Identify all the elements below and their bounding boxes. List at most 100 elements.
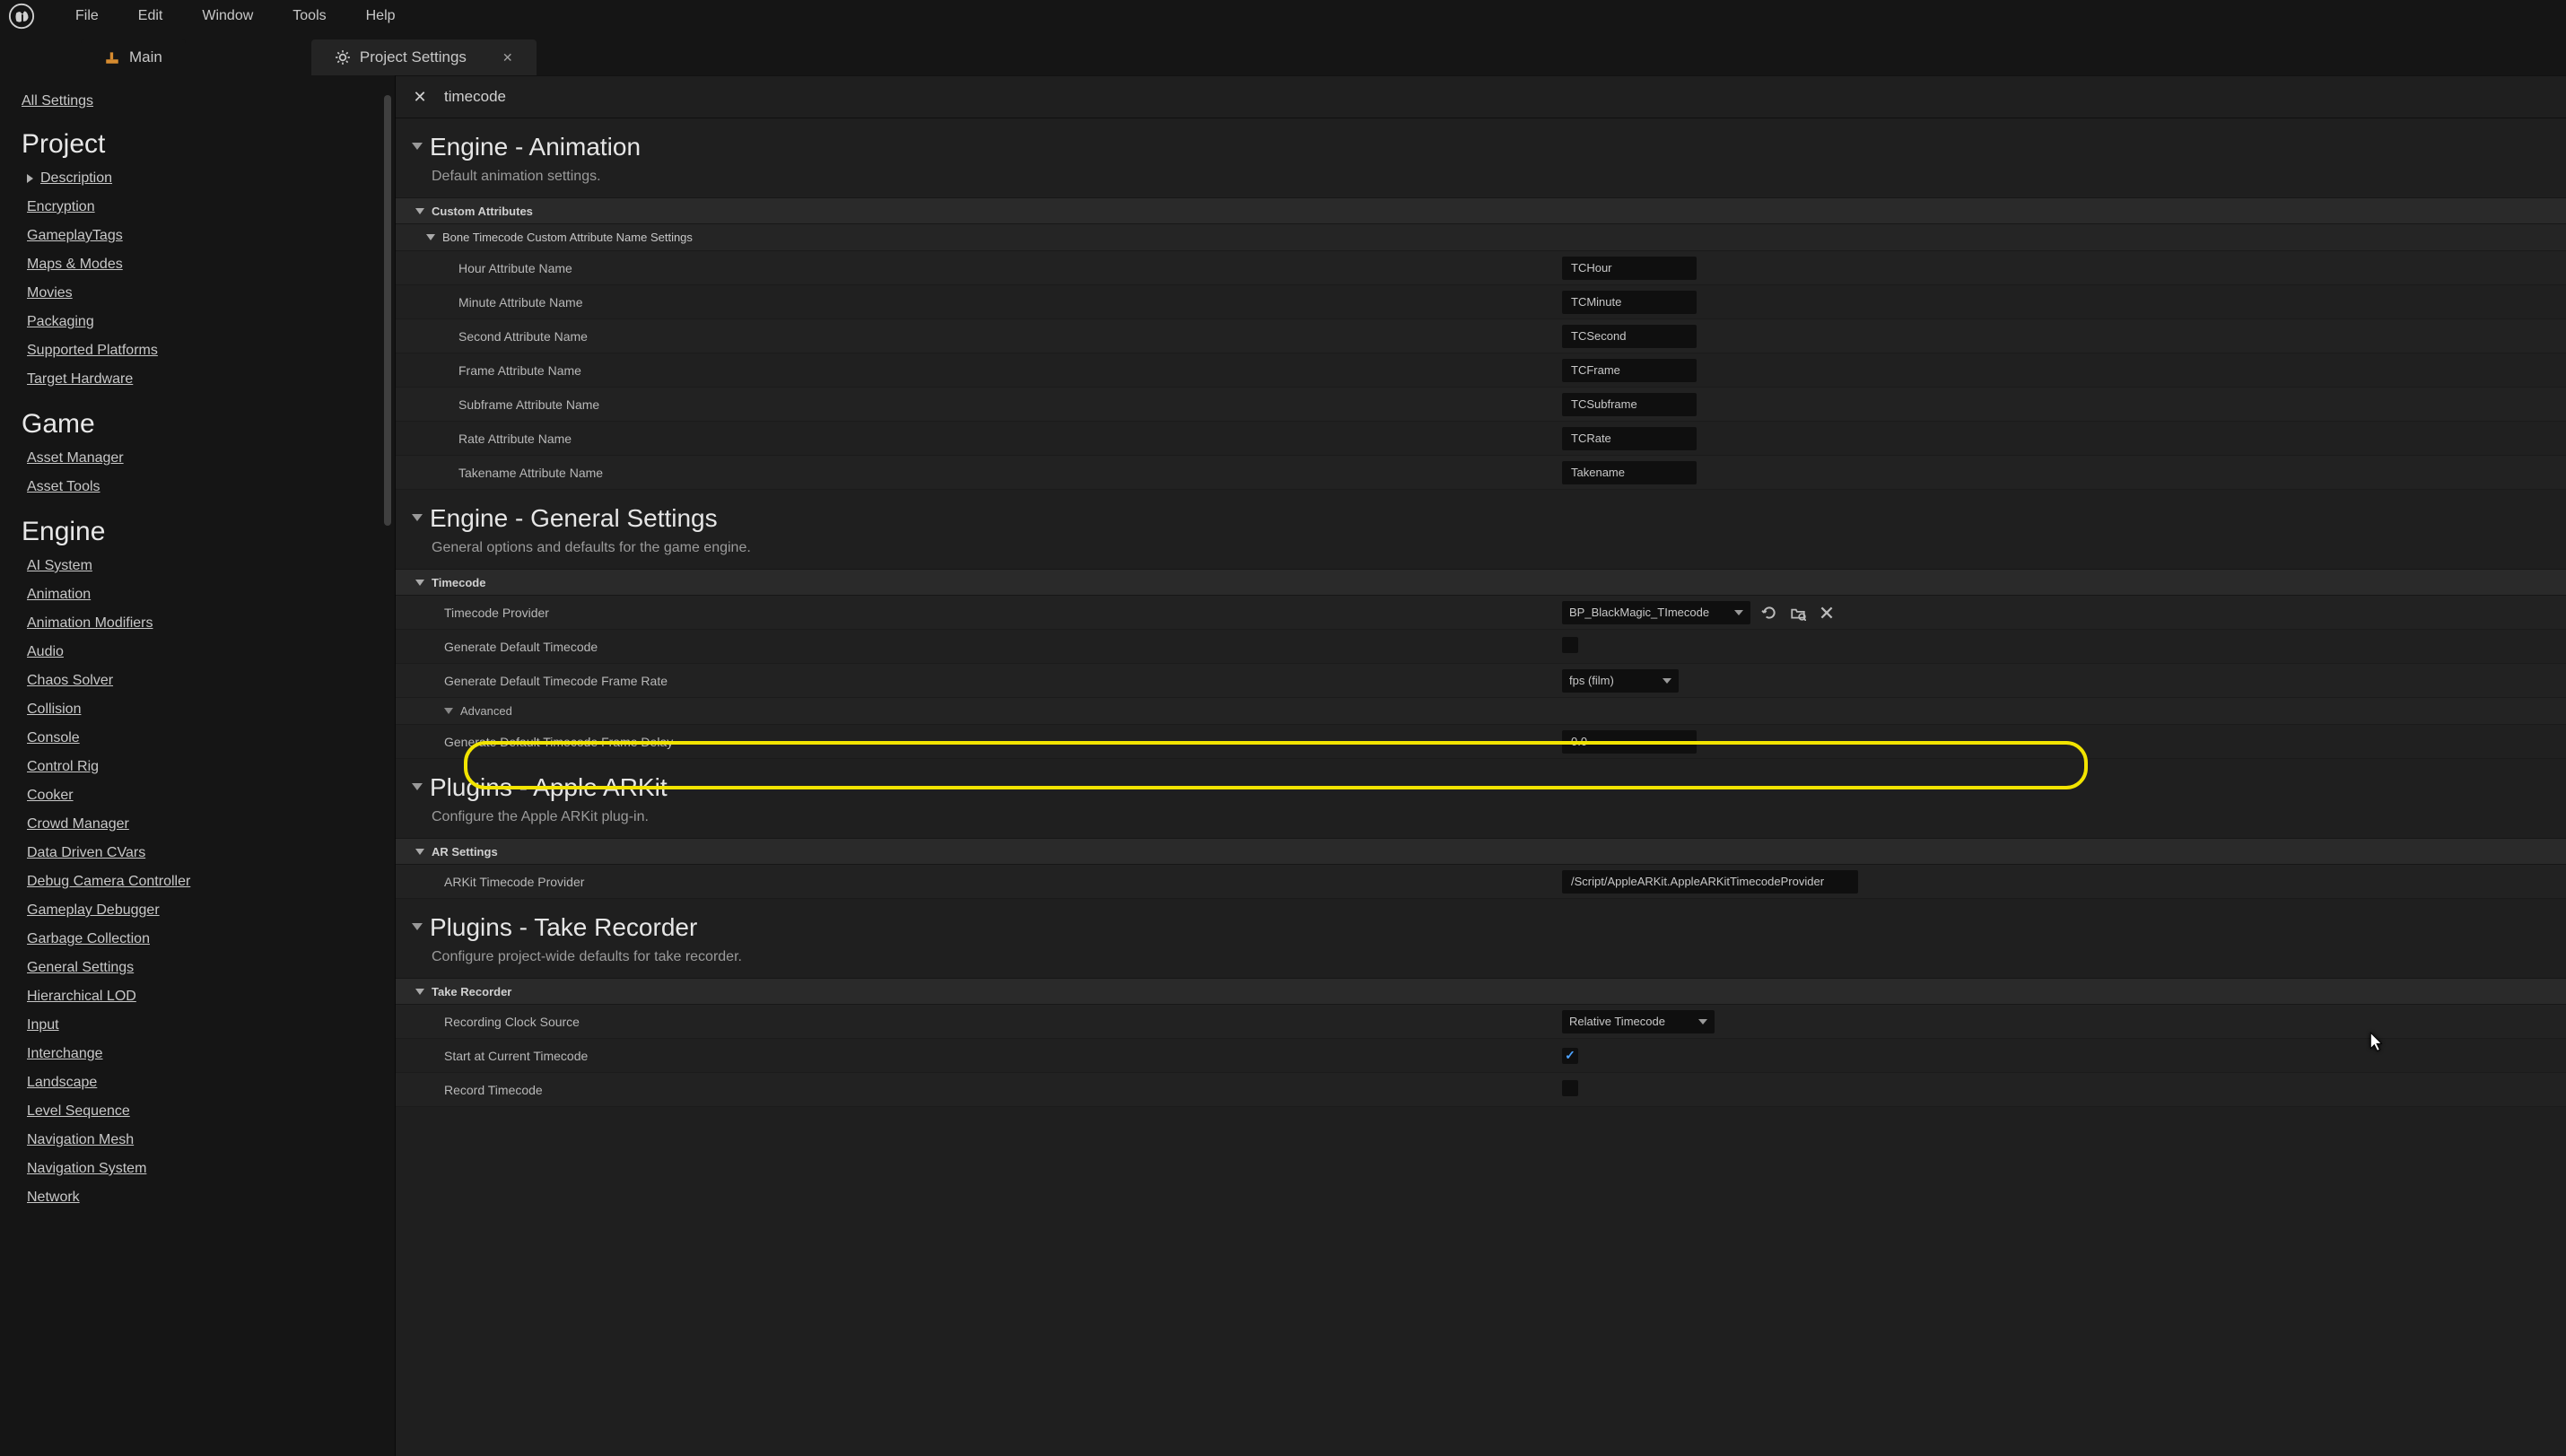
sidebar-link[interactable]: Chaos Solver [27,673,382,689]
sidebar-link[interactable]: Level Sequence [27,1103,382,1120]
tab-project-settings[interactable]: Project Settings ✕ [311,39,537,75]
tabbar: Main Project Settings ✕ [0,32,2566,75]
checkbox-generate-default-timecode[interactable] [1562,637,1578,653]
prop-label: Minute Attribute Name [396,295,1562,310]
sidebar-link[interactable]: Crowd Manager [27,816,382,833]
use-selected-asset-button[interactable] [1759,603,1779,623]
input-second-attribute-name[interactable]: TCSecond [1562,325,1697,348]
tab-settings-label: Project Settings [360,48,467,66]
sidebar-section-title: Engine [22,517,382,547]
sidebar-scrollbar[interactable] [384,95,391,526]
sidebar-link[interactable]: Description [40,170,112,187]
sidebar-link[interactable]: Asset Manager [27,450,382,466]
row-rate-attribute-name: Rate Attribute NameTCRate [396,422,2566,456]
category-title-arkit: Plugins - Apple ARKit [430,773,668,802]
prop-label: Subframe Attribute Name [396,397,1562,412]
tab-close-icon[interactable]: ✕ [502,50,513,65]
sidebar-all-settings[interactable]: All Settings [22,93,93,109]
menu-help[interactable]: Help [346,8,415,24]
group-take-recorder[interactable]: Take Recorder [396,978,2566,1005]
input-frame-delay[interactable]: 0.0 [1562,730,1697,754]
menu-window[interactable]: Window [182,8,273,24]
timecode-provider-dropdown[interactable]: BP_BlackMagic_TImecode [1562,601,1750,624]
row-record-timecode: Record Timecode [396,1073,2566,1107]
sidebar-link[interactable]: Asset Tools [27,479,382,495]
sidebar-link[interactable]: AI System [27,558,382,574]
group-custom-attributes[interactable]: Custom Attributes [396,197,2566,224]
chevron-down-icon[interactable] [412,514,423,521]
checkbox-start-at-current-timecode[interactable] [1562,1048,1578,1064]
prop-label: Generate Default Timecode [396,640,1562,654]
chevron-down-icon[interactable] [412,143,423,150]
sidebar-link[interactable]: Cooker [27,788,382,804]
group-ar-settings[interactable]: AR Settings [396,838,2566,865]
sidebar-link[interactable]: Animation Modifiers [27,615,382,632]
input-subframe-attribute-name[interactable]: TCSubframe [1562,393,1697,416]
settings-search-row: ✕ [396,75,2566,118]
dropdown-frame-rate[interactable]: fps (film) [1562,669,1679,693]
tab-main[interactable]: Main [81,39,186,75]
settings-details: ✕ Engine - Animation Default animation s… [395,75,2566,1456]
sidebar-link[interactable]: Collision [27,702,382,718]
sidebar-link[interactable]: Animation [27,587,382,603]
sidebar-link[interactable]: Network [27,1190,382,1206]
sidebar-link[interactable]: Landscape [27,1075,382,1091]
close-icon: ✕ [413,88,426,107]
prop-label: Generate Default Timecode Frame Rate [396,674,1562,688]
sidebar-section-title: Game [22,409,382,440]
clear-asset-button[interactable] [1817,603,1837,623]
chevron-down-icon [426,234,435,240]
prop-label: Record Timecode [396,1083,1562,1097]
category-subtitle: Configure project-wide defaults for take… [396,946,2566,978]
caret-right-icon[interactable] [27,174,33,183]
sidebar-link[interactable]: Encryption [27,199,382,215]
sidebar-link[interactable]: Gameplay Debugger [27,902,382,919]
input-minute-attribute-name[interactable]: TCMinute [1562,291,1697,314]
menu-tools[interactable]: Tools [273,8,345,24]
sidebar-link[interactable]: Interchange [27,1046,382,1062]
sidebar-link[interactable]: Packaging [27,314,382,330]
input-rate-attribute-name[interactable]: TCRate [1562,427,1697,450]
browse-asset-button[interactable] [1788,603,1808,623]
unreal-logo-icon[interactable] [5,0,38,32]
sidebar-link[interactable]: Garbage Collection [27,931,382,947]
prop-label: Second Attribute Name [396,329,1562,344]
sidebar-link[interactable]: Debug Camera Controller [27,874,382,890]
sidebar-link[interactable]: Movies [27,285,382,301]
sidebar-link[interactable]: GameplayTags [27,228,382,244]
sidebar-link[interactable]: Audio [27,644,382,660]
dropdown-clock-source[interactable]: Relative Timecode [1562,1010,1715,1033]
prop-label: Takename Attribute Name [396,466,1562,480]
prop-label: ARKit Timecode Provider [396,875,1562,889]
menu-file[interactable]: File [56,8,118,24]
sidebar-link[interactable]: Maps & Modes [27,257,382,273]
row-hour-attribute-name: Hour Attribute NameTCHour [396,251,2566,285]
subgroup-advanced[interactable]: Advanced [396,698,2566,725]
row-arkit-timecode-provider: ARKit Timecode Provider /Script/AppleARK… [396,865,2566,899]
chevron-down-icon[interactable] [412,923,423,930]
checkbox-record-timecode[interactable] [1562,1080,1578,1096]
sidebar-link[interactable]: Control Rig [27,759,382,775]
subgroup-bone-timecode[interactable]: Bone Timecode Custom Attribute Name Sett… [396,224,2566,251]
input-arkit-provider[interactable]: /Script/AppleARKit.AppleARKitTimecodePro… [1562,870,1858,894]
sidebar-link[interactable]: Supported Platforms [27,343,382,359]
sidebar-link[interactable]: Input [27,1017,382,1033]
search-clear-button[interactable]: ✕ [401,78,439,116]
chevron-down-icon[interactable] [412,783,423,790]
input-hour-attribute-name[interactable]: TCHour [1562,257,1697,280]
sidebar-link[interactable]: Console [27,730,382,746]
sidebar-link[interactable]: General Settings [27,960,382,976]
chevron-down-icon [1698,1019,1707,1024]
sidebar-link[interactable]: Target Hardware [27,371,382,388]
input-takename-attribute-name[interactable]: Takename [1562,461,1697,484]
row-generate-default-timecode-rate: Generate Default Timecode Frame Rate fps… [396,664,2566,698]
sidebar-link[interactable]: Data Driven CVars [27,845,382,861]
row-start-at-current-timecode: Start at Current Timecode [396,1039,2566,1073]
sidebar-link[interactable]: Hierarchical LOD [27,989,382,1005]
input-frame-attribute-name[interactable]: TCFrame [1562,359,1697,382]
menu-edit[interactable]: Edit [118,8,183,24]
group-timecode[interactable]: Timecode [396,569,2566,596]
sidebar-link[interactable]: Navigation System [27,1161,382,1177]
sidebar-link[interactable]: Navigation Mesh [27,1132,382,1148]
settings-search-input[interactable] [439,83,2566,111]
